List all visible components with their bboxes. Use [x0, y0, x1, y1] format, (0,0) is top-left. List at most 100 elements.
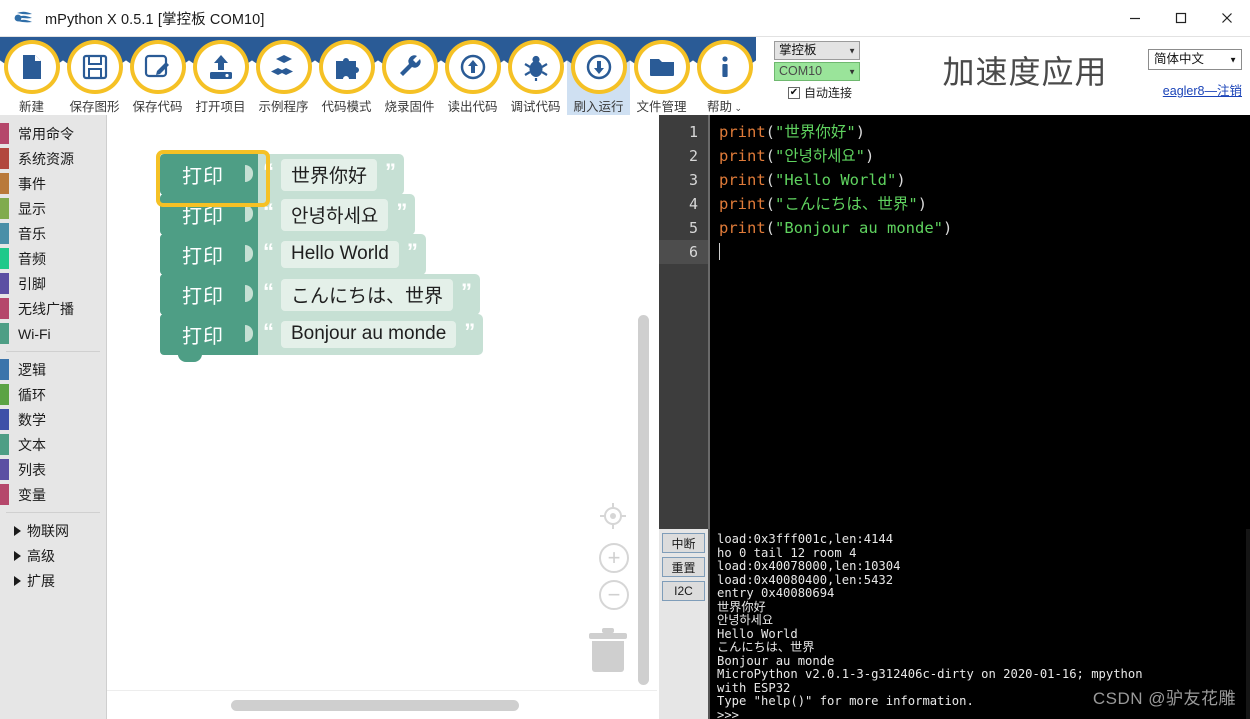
sidebar-item-循环[interactable]: 循环	[0, 382, 106, 407]
code-token-function: print	[719, 123, 766, 141]
terminal-button-I2C[interactable]: I2C	[662, 581, 705, 601]
block-cap[interactable]: 打印	[160, 314, 246, 361]
center-blocks-button[interactable]	[597, 500, 629, 537]
block-text-field[interactable]: “ こんにちは、世界 ”	[258, 274, 481, 315]
terminal-button-重置[interactable]: 重置	[662, 557, 705, 577]
block-cap[interactable]: 打印	[160, 274, 246, 321]
print-block[interactable]: 打印 “ Bonjour au monde ”	[160, 314, 484, 361]
delete-blocks-trash[interactable]	[587, 625, 629, 678]
blocks-workspace[interactable]: 打印 “ 世界你好 ” 打印 “ 안녕하세요 ” 打印 “ Hello World ” 打印 “ こんにちは…	[107, 115, 657, 719]
category-label: 文本	[18, 436, 46, 453]
block-text-value[interactable]: Bonjour au monde	[281, 321, 457, 348]
zoom-in-button[interactable]: +	[599, 543, 629, 573]
board-select[interactable]: 掌控板 ▼	[774, 41, 860, 60]
toolbar-button-3[interactable]: 打开项目	[189, 37, 252, 115]
sidebar-item-变量[interactable]: 变量	[0, 482, 106, 507]
code-token-quote: "	[846, 123, 856, 141]
block-print-label: 打印	[182, 206, 224, 228]
category-label: 系统资源	[18, 150, 74, 167]
chevron-down-icon: ▼	[848, 46, 856, 55]
block-cap[interactable]: 打印	[160, 234, 246, 281]
category-label: 引脚	[18, 275, 46, 292]
toolbar-button-11[interactable]: 帮助 ⌄	[693, 37, 756, 115]
code-text-area[interactable]: print("世界你好") print("안녕하세요") print("Hello …	[708, 115, 1250, 529]
minus-icon: −	[599, 580, 629, 610]
block-stack-bottom-nub	[178, 354, 202, 362]
block-stack[interactable]: 打印 “ 世界你好 ” 打印 “ 안녕하세요 ” 打印 “ Hello World ” 打印 “ こんにちは…	[155, 150, 484, 362]
category-color-swatch	[0, 484, 9, 505]
block-cap[interactable]: 打印	[160, 194, 246, 241]
user-logout-link[interactable]: eagler8—注销	[1163, 80, 1242, 99]
language-select-value: 简体中文	[1154, 52, 1205, 66]
block-socket	[245, 194, 258, 235]
toolbar-button-2[interactable]: 保存代码	[126, 37, 189, 115]
print-block[interactable]: 打印 “ 世界你好 ”	[155, 150, 483, 207]
close-button[interactable]	[1204, 0, 1250, 36]
code-line: print("안녕하세요")	[710, 144, 1250, 168]
sidebar-item-扩展[interactable]: 扩展	[0, 568, 106, 593]
chevron-right-icon	[14, 575, 21, 586]
toolbar-button-10[interactable]: 文件管理	[630, 37, 693, 115]
toolbar-button-8[interactable]: 调试代码	[504, 37, 567, 115]
category-label: 逻辑	[18, 361, 46, 378]
block-text-value[interactable]: 世界你好	[281, 158, 378, 191]
code-token-string: Bonjour au monde	[784, 219, 934, 237]
print-block[interactable]: 打印 “ Hello World ”	[160, 234, 483, 281]
sidebar-item-物联网[interactable]: 物联网	[0, 518, 106, 543]
sidebar-item-高级[interactable]: 高级	[0, 543, 106, 568]
toolbar-button-4[interactable]: 示例程序	[252, 37, 315, 115]
sidebar-item-音乐[interactable]: 音乐	[0, 221, 106, 246]
sidebar-item-文本[interactable]: 文本	[0, 432, 106, 457]
toolbar-button-0[interactable]: 新建	[0, 37, 63, 115]
terminal-button-中断[interactable]: 中断	[662, 533, 705, 553]
auto-connect-checkbox[interactable]: ✔ 自动连接	[788, 84, 852, 101]
sidebar-item-音频[interactable]: 音频	[0, 246, 106, 271]
code-token-punct: ("	[765, 171, 785, 189]
toolbar-button-7[interactable]: 读出代码	[441, 37, 504, 115]
code-editor[interactable]: 123456 print("世界你好") print("안녕하세요") print(…	[659, 115, 1250, 529]
close-quote-icon: ”	[406, 239, 418, 264]
sidebar-item-列表[interactable]: 列表	[0, 457, 106, 482]
toolbar-button-1[interactable]: 保存图形	[63, 37, 126, 115]
toolbar-button-label: 保存图形	[69, 100, 120, 114]
toolbar-right-panel: 掌控板 ▼ COM10 ▼ ✔ 自动连接 加速度应用 简体中文 ▼ eagler…	[770, 37, 1250, 115]
category-color-swatch	[0, 323, 9, 344]
block-text-value[interactable]: Hello World	[281, 241, 399, 268]
line-number: 3	[688, 171, 698, 189]
workspace-horizontal-scrollbar[interactable]	[107, 690, 657, 719]
sidebar-item-数学[interactable]: 数学	[0, 407, 106, 432]
sidebar-item-事件[interactable]: 事件	[0, 171, 106, 196]
maximize-button[interactable]	[1158, 0, 1204, 36]
print-block[interactable]: 打印 “ 안녕하세요 ”	[160, 194, 483, 241]
terminal-vertical-scrollbar[interactable]	[1246, 529, 1250, 719]
sidebar-item-显示[interactable]: 显示	[0, 196, 106, 221]
sidebar-item-系统资源[interactable]: 系统资源	[0, 146, 106, 171]
code-token-string: 世界你好	[784, 123, 847, 141]
port-select[interactable]: COM10 ▼	[774, 62, 860, 81]
sidebar-item-Wi-Fi[interactable]: Wi-Fi	[0, 321, 106, 346]
block-text-value[interactable]: こんにちは、世界	[281, 278, 454, 311]
block-cap[interactable]: 打印	[160, 154, 246, 201]
language-select[interactable]: 简体中文 ▼	[1148, 49, 1242, 70]
code-token-punct: ("	[765, 147, 785, 165]
sidebar-item-无线广播[interactable]: 无线广播	[0, 296, 106, 321]
minimize-button[interactable]	[1112, 0, 1158, 36]
zoom-out-button[interactable]: −	[599, 580, 629, 610]
workspace-vertical-scrollbar[interactable]	[638, 315, 649, 685]
toolbar-button-label: 文件管理	[636, 100, 687, 114]
sidebar-item-常用命令[interactable]: 常用命令	[0, 121, 106, 146]
sidebar-item-逻辑[interactable]: 逻辑	[0, 357, 106, 382]
print-block[interactable]: 打印 “ こんにちは、世界 ”	[160, 274, 483, 321]
toolbar-button-5[interactable]: 代码模式	[315, 37, 378, 115]
page-title: 加速度应用	[942, 54, 1108, 90]
toolbar-button-6[interactable]: 烧录固件	[378, 37, 441, 115]
block-text-field[interactable]: “ 世界你好 ”	[258, 154, 405, 195]
block-text-field[interactable]: “ Hello World ”	[258, 234, 426, 275]
scrollbar-thumb[interactable]	[231, 700, 519, 711]
block-text-field[interactable]: “ Bonjour au monde ”	[258, 314, 484, 355]
block-text-field[interactable]: “ 안녕하세요 ”	[258, 194, 416, 235]
block-text-value[interactable]: 안녕하세요	[281, 198, 389, 231]
toolbar-button-9[interactable]: 刷入运行	[567, 37, 630, 115]
toolbar-button-label: 烧录固件	[384, 100, 435, 114]
sidebar-item-引脚[interactable]: 引脚	[0, 271, 106, 296]
